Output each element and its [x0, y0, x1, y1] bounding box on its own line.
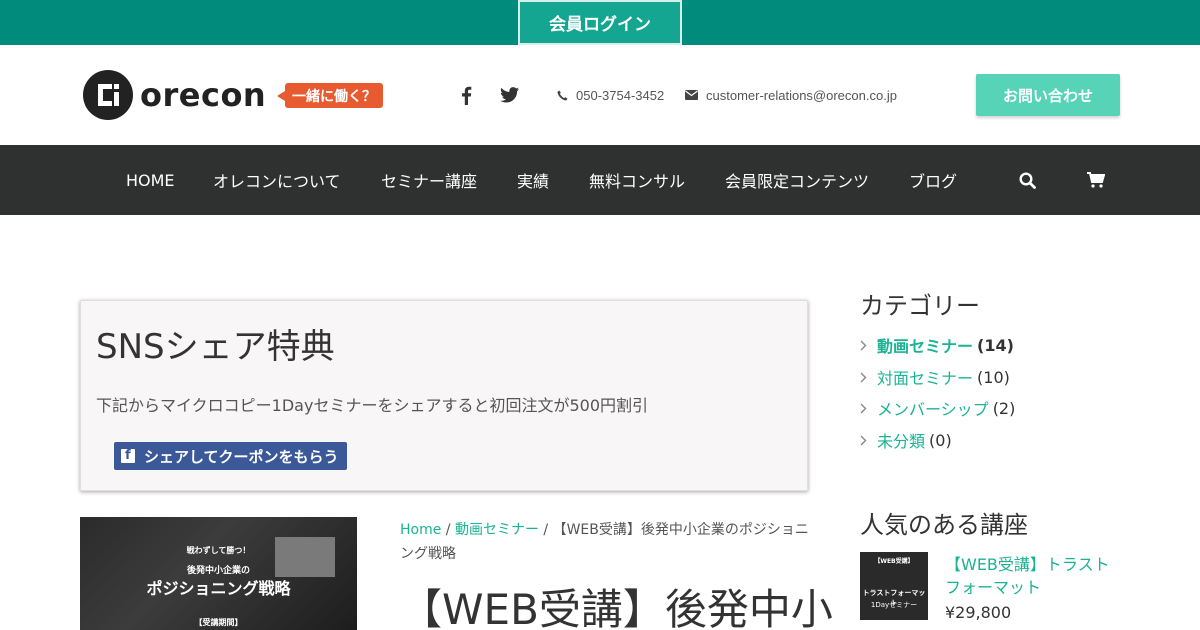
category-item[interactable]: 動画セミナー (14) — [860, 333, 1014, 357]
sns-share-box: SNSシェア特典 下記からマイクロコピー1Dayセミナーをシェアすると初回注文が… — [80, 300, 808, 491]
twitter-link[interactable] — [497, 83, 521, 107]
phone-number: 050-3754-3452 — [576, 87, 665, 103]
facebook-icon: f — [121, 448, 135, 463]
email-contact[interactable]: customer-relations@orecon.co.jp — [685, 85, 897, 105]
cart-icon — [1087, 172, 1105, 188]
search-button[interactable] — [1019, 145, 1036, 215]
twitter-icon — [499, 87, 519, 103]
top-bar: 会員ログイン — [0, 0, 1200, 45]
category-count: (10) — [977, 367, 1010, 387]
breadcrumb-home-link[interactable]: Home — [400, 522, 441, 538]
phone-contact[interactable]: 050-3754-3452 — [557, 85, 664, 105]
member-login-button[interactable]: 会員ログイン — [518, 0, 682, 45]
site-header: orecon 一緒に働く？ 050-3754-3452 customer-rel… — [0, 45, 1200, 145]
main-nav: HOME オレコンについて セミナー講座 実績 無料コンサル 会員限定コンテンツ… — [0, 145, 1200, 215]
image-caption: ポジショニング戦略 — [146, 579, 291, 598]
share-button-label: シェアしてクーポンをもらう — [144, 447, 339, 466]
phone-icon — [557, 89, 568, 101]
logo-text: orecon — [140, 76, 267, 114]
product-image[interactable]: 戦わずして勝つ！ 後発中小企業の ポジショニング戦略 【受講期間】 — [80, 517, 357, 630]
category-item[interactable]: 対面セミナー (10) — [860, 365, 1010, 389]
facebook-icon — [461, 86, 471, 105]
nav-item-results[interactable]: 実績 — [517, 145, 549, 215]
chevron-right-icon — [860, 372, 870, 383]
cart-button[interactable] — [1087, 145, 1105, 215]
image-caption: 戦わずして勝つ！ — [186, 546, 251, 555]
category-link[interactable]: メンバーシップ — [877, 396, 989, 420]
chevron-right-icon — [860, 403, 870, 414]
orecon-logo-icon — [83, 70, 133, 120]
share-description: 下記からマイクロコピー1Dayセミナーをシェアすると初回注文が500円割引 — [96, 396, 648, 415]
category-item[interactable]: メンバーシップ (2) — [860, 396, 1015, 420]
popular-course-link[interactable]: 【WEB受講】トラストフォーマット — [945, 553, 1125, 599]
category-link[interactable]: 未分類 — [877, 428, 925, 452]
popular-courses-heading: 人気のある講座 — [860, 511, 1028, 539]
nav-item-member-content[interactable]: 会員限定コンテンツ — [725, 145, 869, 215]
category-item[interactable]: 未分類 (0) — [860, 428, 952, 452]
facebook-share-button[interactable]: f シェアしてクーポンをもらう — [114, 442, 347, 470]
category-count: (14) — [977, 335, 1014, 355]
contact-us-button[interactable]: お問い合わせ — [976, 74, 1120, 116]
breadcrumb-separator: / — [538, 522, 553, 538]
chevron-right-icon — [860, 435, 870, 446]
search-icon — [1019, 171, 1036, 189]
category-link[interactable]: 対面セミナー — [877, 365, 973, 389]
email-address: customer-relations@orecon.co.jp — [706, 87, 897, 103]
product-title: 【WEB受講】後発中小 — [400, 585, 833, 630]
work-with-us-badge[interactable]: 一緒に働く？ — [277, 83, 383, 108]
breadcrumb-category-link[interactable]: 動画セミナー — [455, 522, 539, 538]
popular-course-thumbnail[interactable]: 【WEB受講】 トラストフォーマット 1Dayセミナー — [860, 552, 928, 620]
chevron-right-icon — [860, 340, 870, 351]
nav-item-home[interactable]: HOME — [126, 145, 175, 215]
site-logo[interactable]: orecon — [82, 69, 266, 121]
nav-item-about[interactable]: オレコンについて — [213, 145, 341, 215]
facebook-link[interactable] — [454, 83, 478, 107]
thumbnail-caption: 【WEB受講】 — [874, 558, 914, 565]
envelope-icon — [685, 90, 698, 100]
category-link[interactable]: 動画セミナー — [877, 333, 973, 357]
nav-item-free-consulting[interactable]: 無料コンサル — [589, 145, 685, 215]
breadcrumb: Home / 動画セミナー / 【WEB受講】後発中小企業のポジショニング戦略 — [400, 518, 810, 566]
popular-course-price: ¥29,800 — [945, 603, 1012, 622]
share-title: SNSシェア特典 — [96, 327, 335, 367]
image-caption: 【受講期間】 — [194, 618, 243, 627]
nav-item-seminars[interactable]: セミナー講座 — [381, 145, 477, 215]
category-count: (0) — [929, 430, 952, 450]
breadcrumb-separator: / — [441, 522, 455, 538]
category-count: (2) — [992, 398, 1016, 418]
categories-heading: カテゴリー — [860, 292, 980, 320]
thumbnail-caption: 1Dayセミナー — [870, 601, 918, 609]
nav-item-blog[interactable]: ブログ — [909, 145, 957, 215]
